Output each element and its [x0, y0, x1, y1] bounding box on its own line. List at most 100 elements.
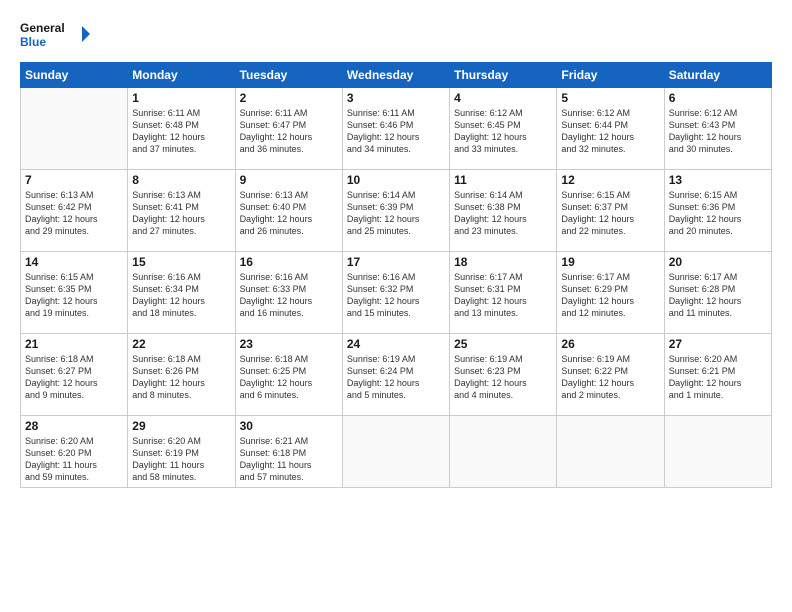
- day-info: Sunrise: 6:19 AM Sunset: 6:23 PM Dayligh…: [454, 353, 552, 402]
- calendar-cell: 7 Sunrise: 6:13 AM Sunset: 6:42 PM Daylig…: [21, 170, 128, 252]
- day-info: Sunrise: 6:12 AM Sunset: 6:45 PM Dayligh…: [454, 107, 552, 156]
- day-number: 28: [25, 419, 123, 433]
- day-info: Sunrise: 6:17 AM Sunset: 6:29 PM Dayligh…: [561, 271, 659, 320]
- day-number: 20: [669, 255, 767, 269]
- header: General Blue: [20, 18, 772, 54]
- calendar-cell: 30Sunrise: 6:21 AM Sunset: 6:18 PM Dayli…: [235, 416, 342, 488]
- calendar-cell: 11Sunrise: 6:14 AM Sunset: 6:38 PM Dayli…: [450, 170, 557, 252]
- weekday-header: Thursday: [450, 63, 557, 88]
- svg-text:General: General: [20, 21, 65, 35]
- calendar-week-row: 7 Sunrise: 6:13 AM Sunset: 6:42 PM Daylig…: [21, 170, 772, 252]
- day-number: 18: [454, 255, 552, 269]
- calendar-cell: 17 Sunrise: 6:16 AM Sunset: 6:32 PM Dayli…: [342, 252, 449, 334]
- day-info: Sunrise: 6:11 AM Sunset: 6:46 PM Dayligh…: [347, 107, 445, 156]
- day-info: Sunrise: 6:18 AM Sunset: 6:25 PM Dayligh…: [240, 353, 338, 402]
- calendar-cell: [664, 416, 771, 488]
- day-number: 10: [347, 173, 445, 187]
- day-info: Sunrise: 6:15 AM Sunset: 6:36 PM Dayligh…: [669, 189, 767, 238]
- weekday-header: Friday: [557, 63, 664, 88]
- day-info: Sunrise: 6:19 AM Sunset: 6:22 PM Dayligh…: [561, 353, 659, 402]
- day-info: Sunrise: 6:19 AM Sunset: 6:24 PM Dayligh…: [347, 353, 445, 402]
- calendar-cell: 9Sunrise: 6:13 AM Sunset: 6:40 PM Daylig…: [235, 170, 342, 252]
- day-info: Sunrise: 6:17 AM Sunset: 6:28 PM Dayligh…: [669, 271, 767, 320]
- calendar-cell: [21, 88, 128, 170]
- weekday-header: Tuesday: [235, 63, 342, 88]
- day-info: Sunrise: 6:17 AM Sunset: 6:31 PM Dayligh…: [454, 271, 552, 320]
- day-number: 6: [669, 91, 767, 105]
- day-info: Sunrise: 6:16 AM Sunset: 6:33 PM Dayligh…: [240, 271, 338, 320]
- calendar-cell: 16 Sunrise: 6:16 AM Sunset: 6:33 PM Dayli…: [235, 252, 342, 334]
- day-info: Sunrise: 6:15 AM Sunset: 6:35 PM Dayligh…: [25, 271, 123, 320]
- day-info: Sunrise: 6:16 AM Sunset: 6:34 PM Dayligh…: [132, 271, 230, 320]
- weekday-header-row: SundayMondayTuesdayWednesdayThursdayFrid…: [21, 63, 772, 88]
- calendar-cell: 22 Sunrise: 6:18 AM Sunset: 6:26 PM Dayli…: [128, 334, 235, 416]
- calendar-cell: 18 Sunrise: 6:17 AM Sunset: 6:31 PM Dayli…: [450, 252, 557, 334]
- day-number: 16: [240, 255, 338, 269]
- calendar-cell: [450, 416, 557, 488]
- day-info: Sunrise: 6:21 AM Sunset: 6:18 PM Dayligh…: [240, 435, 338, 484]
- calendar-cell: 20 Sunrise: 6:17 AM Sunset: 6:28 PM Dayli…: [664, 252, 771, 334]
- calendar-cell: [342, 416, 449, 488]
- day-info: Sunrise: 6:11 AM Sunset: 6:47 PM Dayligh…: [240, 107, 338, 156]
- calendar-cell: 27Sunrise: 6:20 AM Sunset: 6:21 PM Dayli…: [664, 334, 771, 416]
- calendar-cell: 4 Sunrise: 6:12 AM Sunset: 6:45 PM Daylig…: [450, 88, 557, 170]
- calendar-week-row: 14 Sunrise: 6:15 AM Sunset: 6:35 PM Dayli…: [21, 252, 772, 334]
- day-info: Sunrise: 6:14 AM Sunset: 6:39 PM Dayligh…: [347, 189, 445, 238]
- calendar-week-row: 21 Sunrise: 6:18 AM Sunset: 6:27 PM Dayli…: [21, 334, 772, 416]
- calendar-cell: 3 Sunrise: 6:11 AM Sunset: 6:46 PM Daylig…: [342, 88, 449, 170]
- day-info: Sunrise: 6:18 AM Sunset: 6:27 PM Dayligh…: [25, 353, 123, 402]
- calendar-cell: 15 Sunrise: 6:16 AM Sunset: 6:34 PM Dayli…: [128, 252, 235, 334]
- day-number: 12: [561, 173, 659, 187]
- calendar-cell: 29 Sunrise: 6:20 AM Sunset: 6:19 PM Dayli…: [128, 416, 235, 488]
- day-number: 29: [132, 419, 230, 433]
- calendar-week-row: 1 Sunrise: 6:11 AM Sunset: 6:48 PM Daylig…: [21, 88, 772, 170]
- day-info: Sunrise: 6:16 AM Sunset: 6:32 PM Dayligh…: [347, 271, 445, 320]
- day-number: 19: [561, 255, 659, 269]
- day-number: 22: [132, 337, 230, 351]
- day-number: 9: [240, 173, 338, 187]
- svg-text:Blue: Blue: [20, 35, 46, 49]
- day-info: Sunrise: 6:11 AM Sunset: 6:48 PM Dayligh…: [132, 107, 230, 156]
- calendar-cell: 23Sunrise: 6:18 AM Sunset: 6:25 PM Dayli…: [235, 334, 342, 416]
- day-info: Sunrise: 6:13 AM Sunset: 6:41 PM Dayligh…: [132, 189, 230, 238]
- day-info: Sunrise: 6:12 AM Sunset: 6:43 PM Dayligh…: [669, 107, 767, 156]
- day-number: 21: [25, 337, 123, 351]
- day-info: Sunrise: 6:20 AM Sunset: 6:19 PM Dayligh…: [132, 435, 230, 484]
- day-info: Sunrise: 6:20 AM Sunset: 6:20 PM Dayligh…: [25, 435, 123, 484]
- calendar-cell: 2 Sunrise: 6:11 AM Sunset: 6:47 PM Daylig…: [235, 88, 342, 170]
- day-info: Sunrise: 6:15 AM Sunset: 6:37 PM Dayligh…: [561, 189, 659, 238]
- day-info: Sunrise: 6:14 AM Sunset: 6:38 PM Dayligh…: [454, 189, 552, 238]
- calendar-cell: 5Sunrise: 6:12 AM Sunset: 6:44 PM Daylig…: [557, 88, 664, 170]
- day-info: Sunrise: 6:13 AM Sunset: 6:42 PM Dayligh…: [25, 189, 123, 238]
- day-number: 4: [454, 91, 552, 105]
- calendar-cell: 8 Sunrise: 6:13 AM Sunset: 6:41 PM Daylig…: [128, 170, 235, 252]
- calendar-cell: 6 Sunrise: 6:12 AM Sunset: 6:43 PM Daylig…: [664, 88, 771, 170]
- calendar-cell: 26Sunrise: 6:19 AM Sunset: 6:22 PM Dayli…: [557, 334, 664, 416]
- calendar-cell: 12 Sunrise: 6:15 AM Sunset: 6:37 PM Dayli…: [557, 170, 664, 252]
- calendar-table: SundayMondayTuesdayWednesdayThursdayFrid…: [20, 62, 772, 488]
- weekday-header: Wednesday: [342, 63, 449, 88]
- calendar-week-row: 28 Sunrise: 6:20 AM Sunset: 6:20 PM Dayli…: [21, 416, 772, 488]
- day-number: 27: [669, 337, 767, 351]
- weekday-header: Saturday: [664, 63, 771, 88]
- logo-svg: General Blue: [20, 18, 90, 54]
- weekday-header: Monday: [128, 63, 235, 88]
- day-number: 14: [25, 255, 123, 269]
- calendar-cell: 25 Sunrise: 6:19 AM Sunset: 6:23 PM Dayli…: [450, 334, 557, 416]
- calendar-cell: 10 Sunrise: 6:14 AM Sunset: 6:39 PM Dayli…: [342, 170, 449, 252]
- calendar-cell: 24Sunrise: 6:19 AM Sunset: 6:24 PM Dayli…: [342, 334, 449, 416]
- day-number: 8: [132, 173, 230, 187]
- day-number: 1: [132, 91, 230, 105]
- calendar-cell: 1 Sunrise: 6:11 AM Sunset: 6:48 PM Daylig…: [128, 88, 235, 170]
- day-number: 25: [454, 337, 552, 351]
- day-number: 15: [132, 255, 230, 269]
- day-info: Sunrise: 6:18 AM Sunset: 6:26 PM Dayligh…: [132, 353, 230, 402]
- calendar-cell: 21 Sunrise: 6:18 AM Sunset: 6:27 PM Dayli…: [21, 334, 128, 416]
- day-number: 2: [240, 91, 338, 105]
- weekday-header: Sunday: [21, 63, 128, 88]
- calendar-cell: 19 Sunrise: 6:17 AM Sunset: 6:29 PM Dayli…: [557, 252, 664, 334]
- day-number: 7: [25, 173, 123, 187]
- day-info: Sunrise: 6:12 AM Sunset: 6:44 PM Dayligh…: [561, 107, 659, 156]
- day-number: 3: [347, 91, 445, 105]
- day-number: 17: [347, 255, 445, 269]
